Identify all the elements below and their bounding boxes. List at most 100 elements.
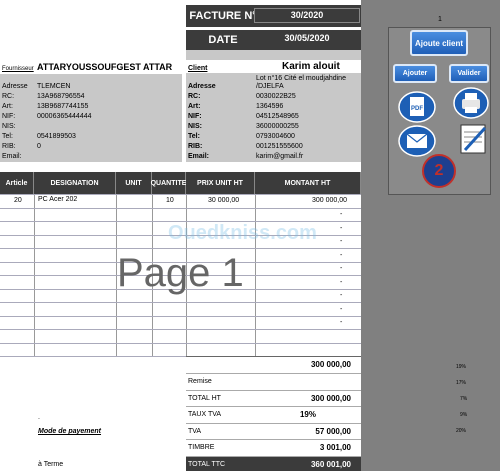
table-row-divider: [0, 248, 361, 249]
add-button[interactable]: Ajouter: [393, 64, 437, 83]
counter-value: 1: [438, 16, 442, 23]
invoice-date-bar: DATE 30/05/2020: [186, 30, 361, 50]
amount-placeholder: -: [340, 238, 343, 245]
total-label: TAUX TVA: [188, 411, 222, 418]
validate-button[interactable]: Valider: [449, 64, 489, 83]
total-label: TOTAL TTC: [188, 460, 226, 468]
supplier-field-label: Tel:: [2, 133, 13, 140]
client-field-value[interactable]: 0030022B25: [256, 92, 296, 101]
total-row: Remise: [186, 373, 361, 391]
client-field-value[interactable]: 0793004600: [256, 132, 295, 141]
actions-panel: Ajoute client Ajouter Valider PDF 2: [388, 27, 491, 195]
supplier-field-value[interactable]: 0541899503: [37, 132, 76, 141]
client-field-value[interactable]: /DJELFA: [256, 82, 284, 91]
table-row-divider: [0, 302, 361, 303]
supplier-field-value[interactable]: TLEMCEN: [37, 82, 70, 91]
client-field-value[interactable]: 04512548965: [256, 112, 299, 121]
total-row: TOTAL TTC 360 001,00: [186, 455, 361, 471]
supplier-field-label: NIS:: [2, 123, 16, 130]
table-row-divider: [0, 194, 361, 195]
col-unit-header: UNIT: [116, 172, 152, 194]
client-field-label: Email:: [188, 153, 210, 160]
table-row-divider: [0, 315, 361, 317]
client-field-value[interactable]: karim@gmail.fr: [256, 152, 303, 161]
total-row: TVA 57 000,00: [186, 422, 361, 441]
print-icon[interactable]: [451, 86, 491, 120]
amount-placeholder: -: [340, 278, 343, 286]
supplier-name: ATTARYOUSSOUFGEST ATTAR: [37, 62, 173, 72]
supplier-field-value[interactable]: 13B9687744155: [37, 102, 88, 111]
amount-placeholder: -: [340, 251, 343, 259]
col-price-header: PRIX UNIT HT: [186, 172, 255, 194]
item-article[interactable]: 20: [14, 197, 22, 204]
tax-rate-option[interactable]: 7%: [460, 396, 467, 402]
total-label: Remise: [188, 378, 212, 385]
client-field-label: RIB:: [188, 143, 203, 150]
client-info-box: Lot n°16 Cité el moudjahdine Adresse/DJE…: [186, 73, 361, 162]
client-field-label: Tel:: [188, 133, 200, 140]
pdf-export-icon[interactable]: PDF: [397, 90, 437, 124]
supplier-field-label: NIF:: [2, 113, 16, 120]
supplier-field-value[interactable]: 00006365444444: [37, 112, 92, 121]
table-row-divider: [0, 329, 361, 330]
item-designation[interactable]: PC Acer 202: [38, 196, 77, 203]
header-spacer: [186, 50, 361, 60]
facture-number-field[interactable]: 30/2020: [254, 8, 360, 23]
client-name: Karim alouit: [282, 61, 340, 72]
table-row-divider: [0, 207, 361, 209]
notes-edit-icon[interactable]: [453, 122, 493, 156]
supplier-field-label: Art:: [2, 103, 13, 110]
invoice-sheet: FACTURE N° 30/2020 DATE 30/05/2020 Fourn…: [0, 0, 361, 471]
amount-placeholder: -: [340, 319, 343, 326]
client-label: Client: [188, 65, 208, 72]
supplier-label: Fournisseur: [2, 66, 34, 72]
amount-placeholder: -: [340, 265, 343, 272]
date-field[interactable]: 30/05/2020: [254, 32, 360, 47]
item-amount[interactable]: 300 000,00: [312, 197, 347, 204]
supplier-field-label: RC:: [2, 93, 15, 100]
col-amount-header: MONTANT HT: [255, 172, 361, 194]
client-field-value[interactable]: 36000000255: [256, 122, 299, 131]
tax-rate-option[interactable]: 20%: [456, 428, 466, 434]
supplier-info-box: Adresse TLEMCEN RC: 13A968796554 Art: 13B9687…: [0, 74, 182, 162]
total-row: TIMBRE 3 001,00: [186, 439, 361, 457]
client-field-value[interactable]: 1364596: [256, 102, 283, 111]
supplier-field-label: Adresse: [2, 83, 28, 90]
payment-mode-value[interactable]: à Terme: [38, 460, 63, 469]
email-icon[interactable]: [397, 124, 437, 158]
total-row: TAUX TVA 19%: [186, 406, 361, 424]
client-field-label: Adresse: [188, 83, 216, 90]
payment-dot: .: [38, 414, 40, 421]
date-label: DATE: [208, 34, 238, 46]
client-field-label: NIF:: [188, 113, 202, 120]
invoice-number-bar: FACTURE N° 30/2020: [186, 5, 361, 27]
supplier-field-label: Email:: [2, 153, 22, 160]
add-client-button[interactable]: Ajoute client: [410, 30, 468, 56]
total-value: 3 001,00: [319, 443, 351, 452]
step-badge[interactable]: 2: [422, 154, 456, 188]
client-field-label: NIS:: [188, 123, 202, 130]
subtotal-value: 300 000,00: [310, 360, 351, 369]
total-label: TVA: [188, 427, 202, 435]
client-field-label: RC:: [188, 93, 201, 100]
supplier-field-value[interactable]: 13A968796554: [37, 92, 85, 101]
total-label: TOTAL HT: [188, 394, 221, 402]
facture-label: FACTURE N°: [189, 10, 257, 22]
client-field-value[interactable]: 001251555600: [256, 142, 303, 151]
amount-placeholder: -: [340, 292, 343, 299]
total-value: 57 000,00: [315, 426, 351, 436]
supplier-field-label: RIB:: [2, 143, 16, 150]
item-price[interactable]: 30 000,00: [208, 197, 239, 204]
amount-placeholder: -: [340, 224, 343, 232]
tax-rate-option[interactable]: 17%: [456, 380, 466, 386]
tax-rate-option[interactable]: 9%: [460, 412, 467, 418]
table-row-divider: [0, 342, 361, 344]
tax-rate-option[interactable]: 19%: [456, 364, 466, 370]
total-value: 300 000,00: [310, 393, 351, 403]
supplier-field-value[interactable]: 0: [37, 142, 41, 151]
total-value: 19%: [299, 410, 316, 419]
col-quantity-header: QUANTITE: [151, 172, 186, 194]
total-value: 360 001,00: [310, 459, 351, 469]
col-designation-header: DESIGNATION: [34, 172, 116, 194]
item-quantity[interactable]: 10: [166, 197, 174, 204]
